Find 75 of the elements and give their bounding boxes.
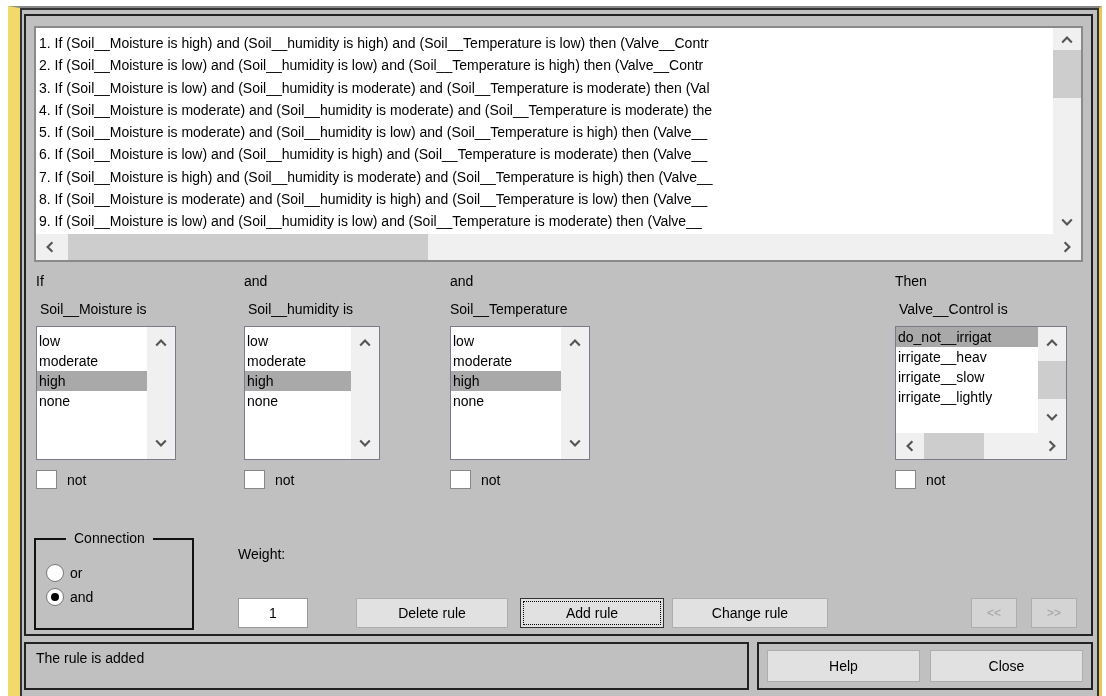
rule-item[interactable]: 7. If (Soil__Moisture is high) and (Soil__humidity is moderate) and (Soil__Temperature is high) then (Valve__	[39, 165, 713, 189]
scroll-down-icon[interactable]	[569, 439, 581, 447]
action-button[interactable]: Change rule	[672, 598, 828, 628]
scroll-down-icon[interactable]	[359, 439, 371, 447]
not-checkbox[interactable]	[244, 470, 265, 489]
connector-label: and	[450, 272, 474, 290]
not-checkbox[interactable]	[36, 470, 57, 489]
rule-item[interactable]: 9. If (Soil__Moisture is low) and (Soil__humidity is low) and (Soil__Temperature is moderate) then (Valve__	[39, 210, 702, 233]
radio-label: or	[70, 565, 83, 581]
not-checkbox[interactable]	[895, 470, 916, 489]
list-item[interactable]: high	[37, 371, 147, 391]
rule-item[interactable]: 4. If (Soil__Moisture is moderate) and (Soil__humidity is moderate) and (Soil__Temperature is moderate) the	[39, 98, 713, 122]
radio-button[interactable]	[46, 564, 64, 582]
scrollbar-thumb[interactable]	[1053, 50, 1081, 98]
list-item[interactable]: irrigate__lightly	[896, 387, 1038, 407]
list-item[interactable]: moderate	[37, 351, 147, 371]
vertical-scrollbar[interactable]	[351, 327, 379, 459]
list-item[interactable]: low	[245, 331, 351, 351]
radio-button[interactable]	[46, 588, 64, 606]
rule-item[interactable]: 8. If (Soil__Moisture is moderate) and (Soil__humidity is high) and (Soil__Temperature is low) then (Valve__	[39, 188, 708, 211]
scroll-up-icon[interactable]	[359, 339, 371, 347]
scroll-down-icon[interactable]	[155, 439, 167, 447]
list-item[interactable]: irrigate__heav	[896, 347, 1038, 367]
list-item[interactable]: low	[451, 331, 561, 351]
weight-label: Weight:	[238, 546, 287, 562]
not-label: not	[481, 471, 501, 488]
variable-label: Soil__Moisture is	[40, 300, 147, 318]
scroll-up-icon[interactable]	[155, 339, 167, 347]
list-item[interactable]: moderate	[451, 351, 561, 371]
list-item[interactable]: low	[37, 331, 147, 351]
action-button[interactable]: Add rule	[520, 598, 664, 628]
weight-field[interactable]: 1	[238, 598, 308, 628]
not-label: not	[275, 471, 295, 488]
status-text: The rule is added	[36, 650, 145, 666]
vertical-scrollbar[interactable]	[561, 327, 589, 459]
not-checkbox[interactable]	[450, 470, 471, 489]
rule-item[interactable]: 3. If (Soil__Moisture is low) and (Soil__humidity is moderate) and (Soil__Temperature is moderate) then (Val	[39, 76, 710, 99]
scrollbar-thumb[interactable]	[924, 433, 984, 459]
vertical-scrollbar[interactable]	[1038, 327, 1066, 433]
not-label: not	[926, 471, 946, 488]
horizontal-scrollbar[interactable]	[896, 433, 1066, 459]
scrollbar-thumb[interactable]	[1038, 361, 1066, 399]
rule-item[interactable]: 2. If (Soil__Moisture is low) and (Soil__humidity is low) and (Soil__Temperature is high) then (Valve__Contr	[39, 54, 704, 77]
rule-item[interactable]: 1. If (Soil__Moisture is high) and (Soil__humidity is high) and (Soil__Temperature is low) then (Valve__Contr	[39, 32, 709, 55]
not-label: not	[67, 471, 87, 488]
scroll-down-icon[interactable]	[1061, 218, 1073, 226]
variable-label: Soil__humidity is	[248, 300, 354, 318]
group-title: Connection	[66, 530, 153, 546]
action-button[interactable]: Delete rule	[356, 598, 508, 628]
scroll-up-icon[interactable]	[1046, 339, 1058, 347]
scroll-up-icon[interactable]	[569, 339, 581, 347]
list-item[interactable]: none	[37, 391, 147, 411]
connector-label: If	[36, 272, 44, 290]
horizontal-scrollbar[interactable]	[36, 234, 1081, 260]
rule-item[interactable]: 5. If (Soil__Moisture is moderate) and (Soil__humidity is low) and (Soil__Temperature is high) then (Valve__	[39, 121, 708, 144]
scrollbar-thumb[interactable]	[68, 234, 428, 260]
list-item[interactable]: moderate	[245, 351, 351, 371]
list-item[interactable]: do_not__irrigat	[896, 327, 1038, 347]
dialog-button[interactable]: Close	[930, 650, 1083, 682]
radio-label: and	[70, 589, 94, 605]
connector-label: and	[244, 272, 268, 290]
scroll-up-icon[interactable]	[1061, 36, 1073, 44]
list-item[interactable]: irrigate__slow	[896, 367, 1038, 387]
variable-label: Valve__Control is	[899, 300, 1008, 318]
list-item[interactable]: none	[451, 391, 561, 411]
dialog-button[interactable]: Help	[767, 650, 920, 682]
vertical-scrollbar[interactable]	[147, 327, 175, 459]
rule-item[interactable]: 6. If (Soil__Moisture is low) and (Soil__humidity is high) and (Soil__Temperature is moderate) then (Valve__	[39, 143, 708, 166]
connector-label: Then	[895, 272, 927, 290]
list-item[interactable]: high	[245, 371, 351, 391]
list-item[interactable]: high	[451, 371, 561, 391]
vertical-scrollbar[interactable]	[1053, 28, 1081, 234]
variable-label: Soil__Temperature	[450, 300, 568, 318]
list-item[interactable]: none	[245, 391, 351, 411]
scroll-down-icon[interactable]	[1046, 413, 1058, 421]
